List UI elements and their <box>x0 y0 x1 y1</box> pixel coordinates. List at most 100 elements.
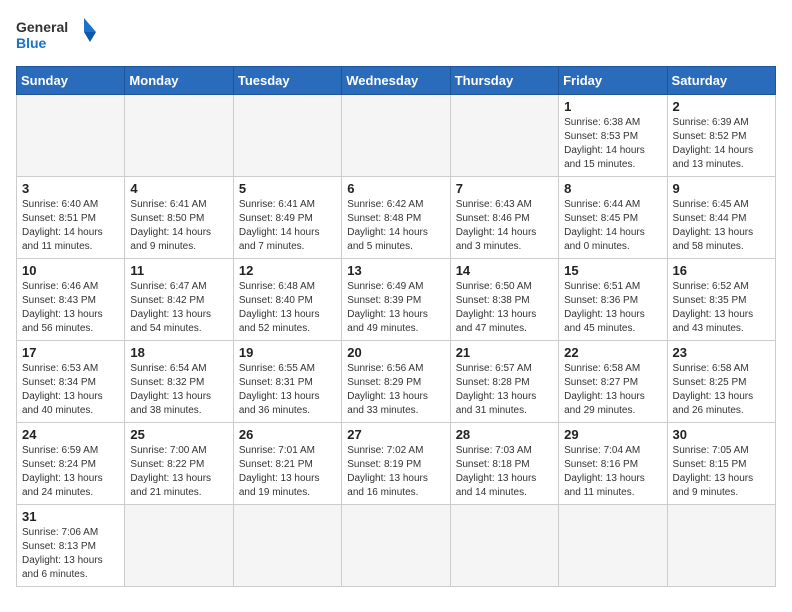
day-info: Sunrise: 6:49 AM Sunset: 8:39 PM Dayligh… <box>347 280 444 336</box>
day-number: 10 <box>22 263 119 278</box>
calendar-day-empty <box>342 505 450 587</box>
calendar-day-31: 31Sunrise: 7:06 AM Sunset: 8:13 PM Dayli… <box>17 505 125 587</box>
day-number: 21 <box>456 345 553 360</box>
calendar-day-29: 29 Sunrise: 7:04 AM Sunset: 8:16 PM Dayli… <box>559 423 667 505</box>
page-header: General Blue <box>16 16 776 56</box>
day-info: Sunrise: 7:02 AM Sunset: 8:19 PM Dayligh… <box>347 444 444 500</box>
calendar-day-1: 1Sunrise: 6:38 AM Sunset: 8:53 PM Daylig… <box>559 95 667 177</box>
day-info: Sunrise: 6:54 AM Sunset: 8:32 PM Dayligh… <box>130 362 227 418</box>
calendar-day-15: 15 Sunrise: 6:51 AM Sunset: 8:36 PM Dayli… <box>559 259 667 341</box>
calendar-day-13: 13Sunrise: 6:49 AM Sunset: 8:39 PM Dayli… <box>342 259 450 341</box>
calendar-day-23: 23Sunrise: 6:58 AM Sunset: 8:25 PM Dayli… <box>667 341 775 423</box>
calendar-day-9: 9 Sunrise: 6:45 AM Sunset: 8:44 PM Daylig… <box>667 177 775 259</box>
day-number: 15 <box>564 263 661 278</box>
calendar-day-6: 6Sunrise: 6:42 AM Sunset: 8:48 PM Daylig… <box>342 177 450 259</box>
day-info: Sunrise: 6:55 AM Sunset: 8:31 PM Dayligh… <box>239 362 336 418</box>
weekday-header-tuesday: Tuesday <box>233 67 341 95</box>
calendar-day-empty <box>450 505 558 587</box>
day-number: 4 <box>130 181 227 196</box>
day-number: 30 <box>673 427 770 442</box>
weekday-header-sunday: Sunday <box>17 67 125 95</box>
day-number: 16 <box>673 263 770 278</box>
weekday-header-row: SundayMondayTuesdayWednesdayThursdayFrid… <box>17 67 776 95</box>
day-number: 26 <box>239 427 336 442</box>
day-number: 2 <box>673 99 770 114</box>
day-info: Sunrise: 6:48 AM Sunset: 8:40 PM Dayligh… <box>239 280 336 336</box>
day-number: 5 <box>239 181 336 196</box>
day-number: 28 <box>456 427 553 442</box>
day-number: 7 <box>456 181 553 196</box>
day-number: 3 <box>22 181 119 196</box>
calendar-day-17: 17 Sunrise: 6:53 AM Sunset: 8:34 PM Dayli… <box>17 341 125 423</box>
day-info: Sunrise: 6:45 AM Sunset: 8:44 PM Dayligh… <box>673 198 770 254</box>
calendar-day-3: 3 Sunrise: 6:40 AM Sunset: 8:51 PM Daylig… <box>17 177 125 259</box>
calendar-day-27: 27 Sunrise: 7:02 AM Sunset: 8:19 PM Dayli… <box>342 423 450 505</box>
calendar-day-14: 14Sunrise: 6:50 AM Sunset: 8:38 PM Dayli… <box>450 259 558 341</box>
weekday-header-friday: Friday <box>559 67 667 95</box>
day-number: 25 <box>130 427 227 442</box>
calendar-day-8: 8 Sunrise: 6:44 AM Sunset: 8:45 PM Daylig… <box>559 177 667 259</box>
calendar-day-26: 26 Sunrise: 7:01 AM Sunset: 8:21 PM Dayli… <box>233 423 341 505</box>
calendar-day-empty <box>125 95 233 177</box>
calendar-week-row: 3 Sunrise: 6:40 AM Sunset: 8:51 PM Daylig… <box>17 177 776 259</box>
day-info: Sunrise: 6:53 AM Sunset: 8:34 PM Dayligh… <box>22 362 119 418</box>
day-info: Sunrise: 6:46 AM Sunset: 8:43 PM Dayligh… <box>22 280 119 336</box>
weekday-header-thursday: Thursday <box>450 67 558 95</box>
logo: General Blue <box>16 16 96 56</box>
day-info: Sunrise: 6:50 AM Sunset: 8:38 PM Dayligh… <box>456 280 553 336</box>
day-number: 29 <box>564 427 661 442</box>
day-info: Sunrise: 7:01 AM Sunset: 8:21 PM Dayligh… <box>239 444 336 500</box>
calendar-day-empty <box>233 95 341 177</box>
day-number: 24 <box>22 427 119 442</box>
calendar-day-30: 30Sunrise: 7:05 AM Sunset: 8:15 PM Dayli… <box>667 423 775 505</box>
calendar-day-20: 20Sunrise: 6:56 AM Sunset: 8:29 PM Dayli… <box>342 341 450 423</box>
day-info: Sunrise: 6:59 AM Sunset: 8:24 PM Dayligh… <box>22 444 119 500</box>
calendar-week-row: 31Sunrise: 7:06 AM Sunset: 8:13 PM Dayli… <box>17 505 776 587</box>
calendar-day-24: 24 Sunrise: 6:59 AM Sunset: 8:24 PM Dayli… <box>17 423 125 505</box>
day-number: 22 <box>564 345 661 360</box>
calendar-week-row: 10 Sunrise: 6:46 AM Sunset: 8:43 PM Dayli… <box>17 259 776 341</box>
svg-text:Blue: Blue <box>16 35 47 51</box>
calendar-day-12: 12 Sunrise: 6:48 AM Sunset: 8:40 PM Dayli… <box>233 259 341 341</box>
calendar-day-28: 28Sunrise: 7:03 AM Sunset: 8:18 PM Dayli… <box>450 423 558 505</box>
calendar-day-11: 11 Sunrise: 6:47 AM Sunset: 8:42 PM Dayli… <box>125 259 233 341</box>
day-info: Sunrise: 6:47 AM Sunset: 8:42 PM Dayligh… <box>130 280 227 336</box>
calendar-day-empty <box>559 505 667 587</box>
day-info: Sunrise: 7:00 AM Sunset: 8:22 PM Dayligh… <box>130 444 227 500</box>
day-info: Sunrise: 6:44 AM Sunset: 8:45 PM Dayligh… <box>564 198 661 254</box>
calendar-day-empty <box>450 95 558 177</box>
calendar-day-empty <box>17 95 125 177</box>
day-number: 27 <box>347 427 444 442</box>
day-info: Sunrise: 6:40 AM Sunset: 8:51 PM Dayligh… <box>22 198 119 254</box>
day-number: 11 <box>130 263 227 278</box>
calendar-day-18: 18 Sunrise: 6:54 AM Sunset: 8:32 PM Dayli… <box>125 341 233 423</box>
calendar-day-empty <box>342 95 450 177</box>
calendar-week-row: 17 Sunrise: 6:53 AM Sunset: 8:34 PM Dayli… <box>17 341 776 423</box>
svg-text:General: General <box>16 19 68 35</box>
day-info: Sunrise: 6:41 AM Sunset: 8:49 PM Dayligh… <box>239 198 336 254</box>
weekday-header-saturday: Saturday <box>667 67 775 95</box>
day-number: 18 <box>130 345 227 360</box>
day-number: 31 <box>22 509 119 524</box>
day-number: 8 <box>564 181 661 196</box>
day-info: Sunrise: 7:04 AM Sunset: 8:16 PM Dayligh… <box>564 444 661 500</box>
day-info: Sunrise: 6:52 AM Sunset: 8:35 PM Dayligh… <box>673 280 770 336</box>
calendar-day-21: 21Sunrise: 6:57 AM Sunset: 8:28 PM Dayli… <box>450 341 558 423</box>
calendar-day-25: 25 Sunrise: 7:00 AM Sunset: 8:22 PM Dayli… <box>125 423 233 505</box>
day-info: Sunrise: 6:58 AM Sunset: 8:27 PM Dayligh… <box>564 362 661 418</box>
day-number: 12 <box>239 263 336 278</box>
day-info: Sunrise: 6:58 AM Sunset: 8:25 PM Dayligh… <box>673 362 770 418</box>
day-info: Sunrise: 6:42 AM Sunset: 8:48 PM Dayligh… <box>347 198 444 254</box>
calendar-day-19: 19 Sunrise: 6:55 AM Sunset: 8:31 PM Dayli… <box>233 341 341 423</box>
weekday-header-monday: Monday <box>125 67 233 95</box>
day-number: 20 <box>347 345 444 360</box>
day-number: 19 <box>239 345 336 360</box>
day-number: 9 <box>673 181 770 196</box>
calendar-week-row: 24 Sunrise: 6:59 AM Sunset: 8:24 PM Dayli… <box>17 423 776 505</box>
calendar-day-5: 5 Sunrise: 6:41 AM Sunset: 8:49 PM Daylig… <box>233 177 341 259</box>
day-info: Sunrise: 6:51 AM Sunset: 8:36 PM Dayligh… <box>564 280 661 336</box>
generalblue-logo-icon: General Blue <box>16 16 96 56</box>
calendar-day-empty <box>233 505 341 587</box>
day-number: 17 <box>22 345 119 360</box>
calendar-day-10: 10 Sunrise: 6:46 AM Sunset: 8:43 PM Dayli… <box>17 259 125 341</box>
